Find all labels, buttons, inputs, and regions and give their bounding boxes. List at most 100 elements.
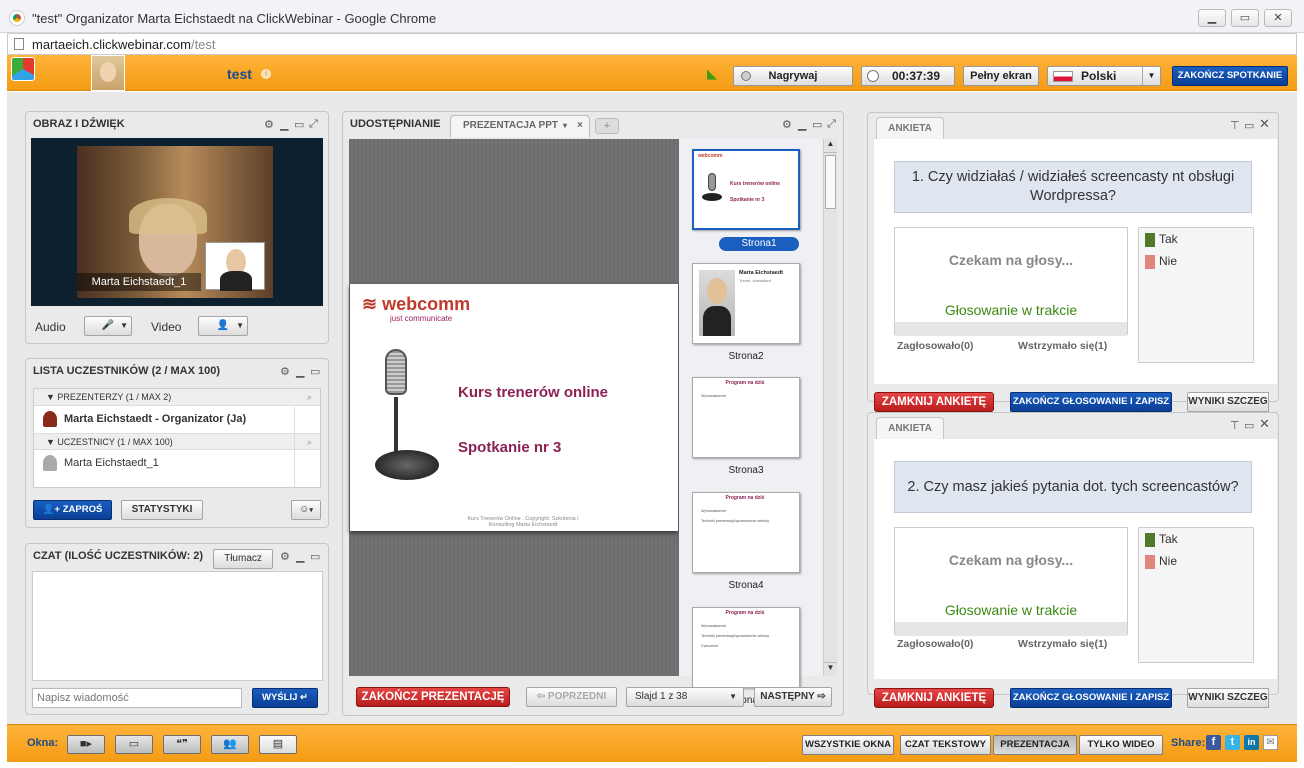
tab-menu-icon[interactable]: ▾: [563, 116, 567, 136]
video-label: Video: [151, 320, 182, 334]
maximize-panel-icon[interactable]: ▭: [1244, 419, 1254, 432]
language-select[interactable]: Polski ▼: [1047, 66, 1161, 86]
slide-select[interactable]: Slajd 1 z 38 ▼: [626, 687, 744, 707]
info-icon[interactable]: i: [261, 69, 271, 79]
slide-thumbnail[interactable]: Program na dziś Wprowadzenie Techniki prez…: [692, 607, 800, 688]
maximize-panel-icon[interactable]: ▭: [310, 365, 320, 378]
slide-brand-logo: ≋ webcomm: [362, 294, 471, 314]
minimize-panel-icon[interactable]: ▁: [296, 365, 304, 378]
screen-share-window-button[interactable]: ▭: [115, 735, 153, 754]
record-button[interactable]: Nagrywaj: [733, 66, 853, 86]
slide-thumbnail[interactable]: webcomm Kurs trenerów online Spotkanie nr …: [692, 149, 800, 230]
minimize-panel-icon[interactable]: ▁: [280, 118, 288, 131]
maximize-panel-icon[interactable]: ▭: [310, 550, 320, 563]
detailed-results-button[interactable]: WYNIKI SZCZEG: [1187, 688, 1269, 708]
attendees-group-header[interactable]: ▼ UCZESTNICY (1 / MAX 100) ⌕: [34, 433, 320, 450]
settings-gear-icon[interactable]: ⚙: [280, 550, 290, 563]
fullscreen-button[interactable]: Pełny ekran: [963, 66, 1039, 86]
scroll-up-arrow[interactable]: ▲: [824, 139, 837, 153]
chat-message-input[interactable]: [32, 688, 242, 708]
webcam-feed: Marta Eichstaedt_1: [77, 146, 273, 298]
statistics-button[interactable]: STATYSTYKI: [121, 500, 203, 520]
scroll-down-arrow[interactable]: ▼: [824, 662, 837, 676]
settings-gear-icon[interactable]: ⚙: [264, 118, 274, 131]
end-meeting-button[interactable]: ZAKOŃCZ SPOTKANIE: [1172, 66, 1288, 86]
close-panel-icon[interactable]: ✕: [1259, 116, 1270, 132]
maximize-panel-icon[interactable]: ▭: [812, 118, 822, 131]
minimize-panel-icon[interactable]: ▁: [798, 118, 806, 131]
close-poll-button[interactable]: ZAMKNIJ ANKIETĘ: [874, 392, 994, 412]
pin-icon[interactable]: ⊤: [1230, 119, 1240, 132]
chat-window-button[interactable]: ❝❞: [163, 735, 201, 754]
poll-abstained-count: Wstrzymało się(1): [1018, 638, 1108, 650]
video-area: Marta Eichstaedt_1: [31, 138, 323, 306]
email-share-icon[interactable]: ✉: [1263, 735, 1278, 750]
participants-window-button[interactable]: 👥: [211, 735, 249, 754]
slide-thumbnail[interactable]: Program na dziś Wprowadzenie Techniki prez…: [692, 492, 800, 573]
slide-thumbnail-label: Strona4: [728, 580, 764, 591]
thumbnails-strip: webcomm Kurs trenerów online Spotkanie nr …: [679, 139, 823, 706]
audio-mute-button[interactable]: 🎤 ▼: [84, 316, 132, 336]
chat-panel: CZAT (ILOŚĆ UCZESTNIKÓW: 2) Tłumacz ⚙ ▁ …: [25, 543, 329, 715]
close-panel-icon[interactable]: ✕: [1259, 416, 1270, 432]
chat-messages-area[interactable]: [32, 571, 323, 681]
settings-gear-icon[interactable]: ⚙: [280, 365, 290, 378]
view-mode-button[interactable]: TYLKO WIDEO: [1079, 735, 1163, 755]
slide-thumbnail[interactable]: Marta Eichstaedt Trener, konsultant: [692, 263, 800, 344]
add-tab-button[interactable]: +: [595, 118, 619, 134]
close-poll-button[interactable]: ZAMKNIJ ANKIETĘ: [874, 688, 994, 708]
windows-label: Okna:: [27, 737, 59, 749]
participants-panel-title: LISTA UCZESTNIKÓW (2 / MAX 100): [33, 365, 221, 377]
tab-ppt-presentation[interactable]: PREZENTACJA PPT ▾ ×: [450, 115, 590, 137]
audio-label: Audio: [35, 320, 66, 334]
poll-body: 2. Czy masz jakieś pytania dot. tych scr…: [874, 439, 1277, 679]
slide-thumbnail-label: Strona2: [728, 351, 764, 362]
view-mode-button[interactable]: CZAT TEKSTOWY: [900, 735, 991, 755]
translate-button[interactable]: Tłumacz: [213, 549, 273, 569]
detailed-results-button[interactable]: WYNIKI SZCZEG: [1187, 392, 1269, 412]
settings-gear-icon[interactable]: ⚙: [782, 118, 792, 131]
view-mode-button[interactable]: PREZENTACJA: [993, 735, 1077, 755]
end-voting-save-button[interactable]: ZAKOŃCZ GŁOSOWANIE I ZAPISZ: [1010, 392, 1172, 412]
poll-tab[interactable]: ANKIETA: [876, 117, 944, 139]
expand-panel-icon[interactable]: ⤢: [827, 118, 836, 131]
end-presentation-button[interactable]: ZAKOŃCZ PREZENTACJĘ: [356, 687, 510, 707]
close-window-button[interactable]: ✕: [1264, 9, 1292, 27]
linkedin-icon[interactable]: in: [1244, 735, 1259, 750]
poll-window-button[interactable]: ▤: [259, 735, 297, 754]
view-mode-button[interactable]: WSZYSTKIE OKNA: [802, 735, 894, 755]
attendee-person-icon: [43, 455, 57, 471]
presenter-avatar: [91, 55, 125, 91]
address-bar[interactable]: martaeich.clickwebinar.com/test: [7, 33, 1297, 55]
users-icon: 👥: [223, 738, 237, 750]
minimize-button[interactable]: ▁: [1198, 9, 1226, 27]
participant-row[interactable]: Marta Eichstaedt_1: [34, 451, 320, 475]
expand-panel-icon[interactable]: ⤢: [309, 118, 318, 131]
twitter-icon[interactable]: t: [1225, 735, 1240, 750]
minimize-panel-icon[interactable]: ▁: [296, 550, 304, 563]
next-slide-button[interactable]: NASTĘPNY ⇨: [754, 687, 832, 707]
send-button[interactable]: WYŚLIJ ↵: [252, 688, 318, 708]
maximize-panel-icon[interactable]: ▭: [294, 118, 304, 131]
video-toggle-button[interactable]: 👤 ▼: [198, 316, 248, 336]
arrow-right-icon: ⇨: [817, 691, 826, 702]
facebook-icon[interactable]: f: [1206, 735, 1221, 750]
video-window-button[interactable]: ■▸: [67, 735, 105, 754]
end-voting-save-button[interactable]: ZAKOŃCZ GŁOSOWANIE I ZAPISZ: [1010, 688, 1172, 708]
previous-slide-button[interactable]: ⇦ POPRZEDNI: [526, 687, 617, 707]
invite-button[interactable]: 👤+ ZAPROŚ: [33, 500, 112, 520]
pin-icon[interactable]: ⊤: [1230, 419, 1240, 432]
poll-tab[interactable]: ANKIETA: [876, 417, 944, 439]
maximize-panel-icon[interactable]: ▭: [1244, 119, 1254, 132]
poll-option: Tak: [1145, 532, 1178, 547]
window-title: "test" Organizator Marta Eichstaedt na C…: [32, 11, 437, 26]
thumbnails-scrollbar[interactable]: ▲ ▼: [823, 139, 837, 676]
maximize-button[interactable]: ▭: [1231, 9, 1259, 27]
slide-thumbnail[interactable]: Program na dziś Wprowadzenie: [692, 377, 800, 458]
url-text[interactable]: martaeich.clickwebinar.com/test: [32, 37, 216, 52]
participant-row[interactable]: Marta Eichstaedt - Organizator (Ja): [34, 407, 320, 431]
close-tab-icon[interactable]: ×: [577, 116, 583, 136]
presenters-group-header[interactable]: ▼ PREZENTERZY (1 / MAX 2) ⌕: [34, 389, 320, 406]
scroll-thumb[interactable]: [825, 155, 836, 209]
emoticon-button[interactable]: ☺▾: [291, 500, 321, 520]
